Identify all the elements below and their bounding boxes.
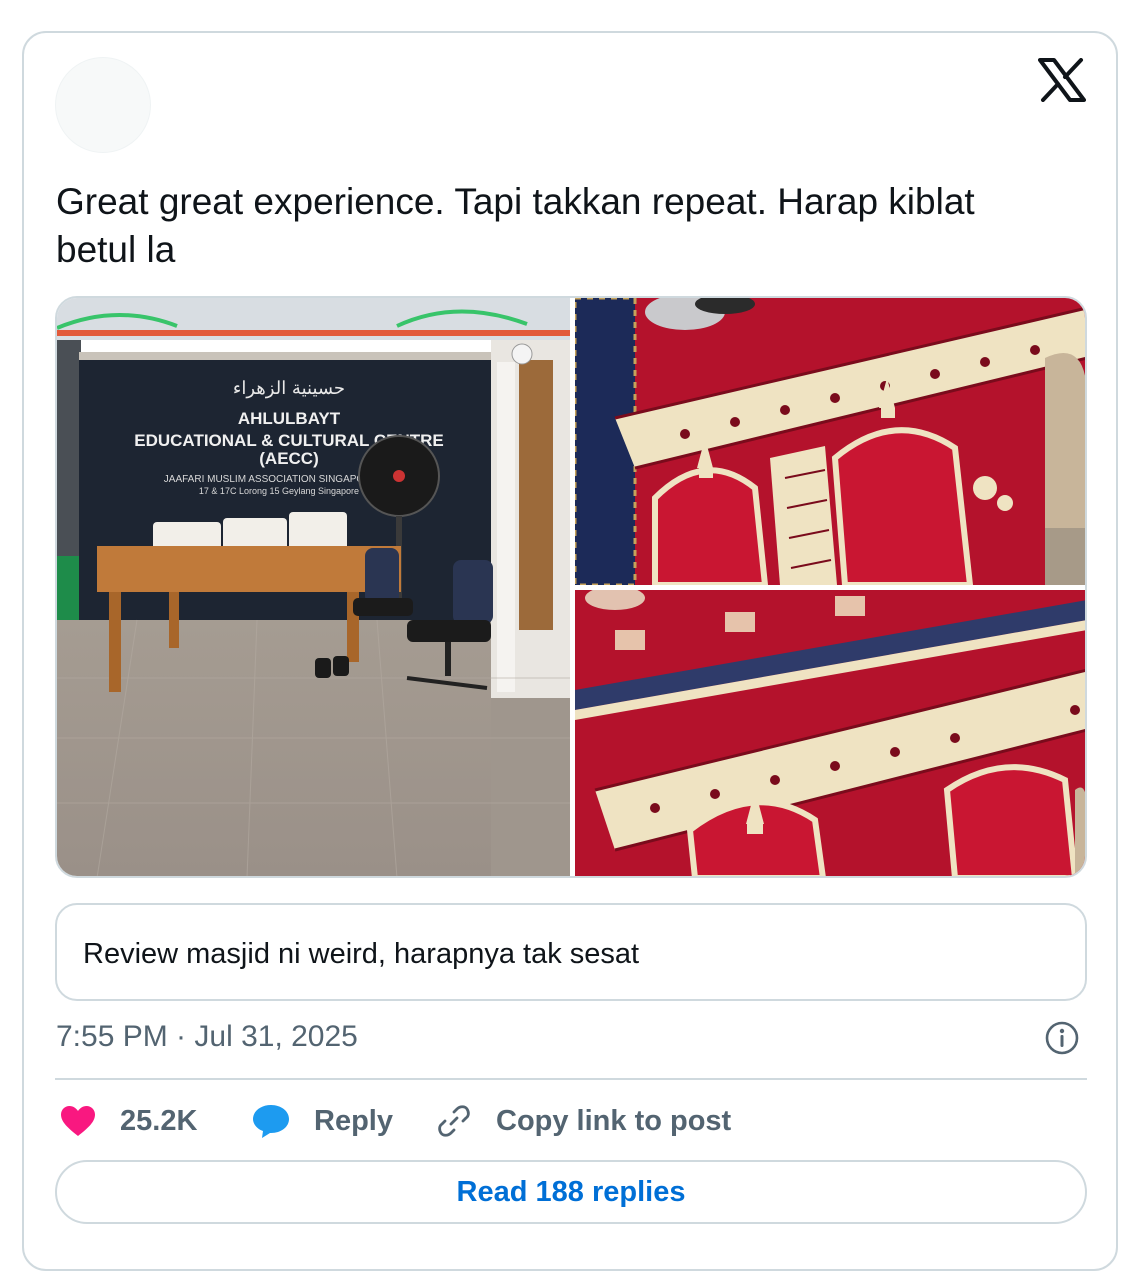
link-icon xyxy=(438,1105,470,1137)
read-replies-label: Read 188 replies xyxy=(456,1175,686,1208)
divider xyxy=(55,1078,1087,1080)
media-grid[interactable]: حسينية الزهراء AHLULBAYT EDUCATIONAL & C… xyxy=(55,296,1087,878)
x-logo-icon[interactable] xyxy=(1038,58,1086,102)
heart-icon xyxy=(61,1106,95,1136)
reply-button[interactable]: Reply xyxy=(252,1100,393,1142)
photo-prayer-carpet-2[interactable] xyxy=(575,590,1085,876)
reply-bubble-icon xyxy=(253,1105,289,1138)
sign-arabic: حسينية الزهراء xyxy=(233,378,345,399)
quoted-post-text: Review masjid ni weird, harapnya tak ses… xyxy=(83,938,640,970)
like-button[interactable]: 25.2K xyxy=(60,1100,197,1142)
post-timestamp[interactable]: 7:55 PM · Jul 31, 2025 xyxy=(56,1020,358,1054)
sign-line-5: 17 & 17C Lorong 15 Geylang Singapore 38.… xyxy=(199,486,379,496)
info-icon[interactable] xyxy=(1044,1020,1080,1056)
sign-line-3: (AECC) xyxy=(259,449,319,468)
quoted-post[interactable]: Review masjid ni weird, harapnya tak ses… xyxy=(55,903,1087,1001)
copy-link-label: Copy link to post xyxy=(496,1104,732,1137)
photo-office-room[interactable]: حسينية الزهراء AHLULBAYT EDUCATIONAL & C… xyxy=(57,298,570,876)
post-text: Great great experience. Tapi takkan repe… xyxy=(56,181,975,270)
avatar[interactable] xyxy=(55,57,151,153)
read-replies-button[interactable]: Read 188 replies xyxy=(55,1160,1087,1224)
like-count: 25.2K xyxy=(120,1104,198,1137)
photo-prayer-carpet-1[interactable] xyxy=(575,298,1085,585)
sign-line-1: AHLULBAYT xyxy=(238,409,341,428)
copy-link-button[interactable]: Copy link to post xyxy=(436,1100,731,1142)
reply-label: Reply xyxy=(314,1104,393,1137)
